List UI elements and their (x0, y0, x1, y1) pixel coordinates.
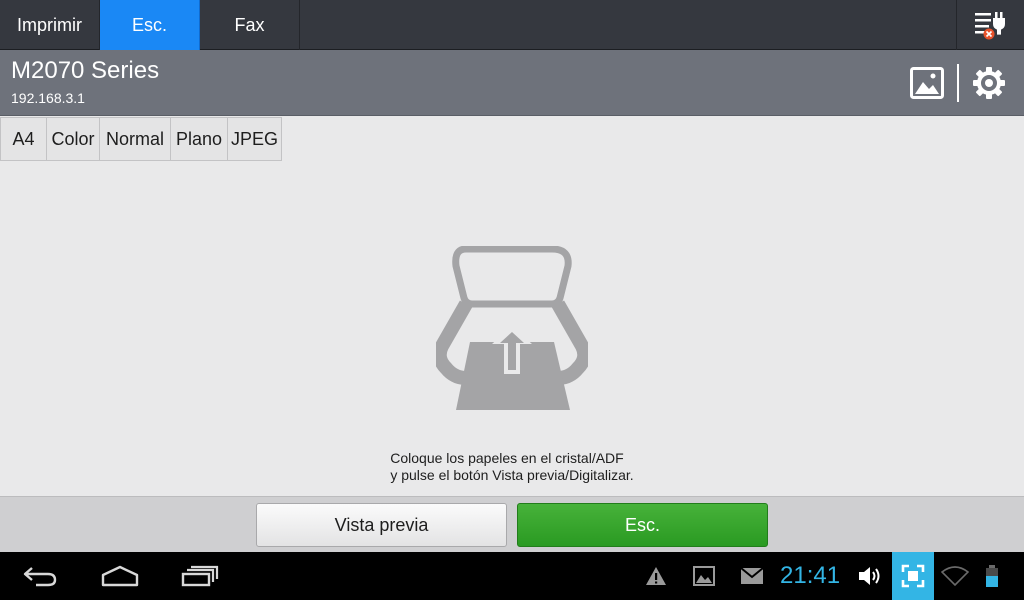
instruction-line-2: y pulse el botón Vista previa/Digitaliza… (390, 467, 634, 483)
battery-icon (982, 564, 1002, 588)
action-bar: Vista previa Esc. (0, 496, 1024, 552)
scan-instructions: Coloque los papeles en el cristal/ADF y … (0, 450, 1024, 484)
device-ip: 192.168.3.1 (11, 90, 85, 106)
warning-icon (644, 564, 668, 588)
preview-button[interactable]: Vista previa (256, 503, 507, 547)
device-header: M2070 Series 192.168.3.1 (0, 50, 1024, 116)
fullscreen-icon (901, 564, 925, 588)
scan-button[interactable]: Esc. (517, 503, 768, 547)
back-icon (23, 567, 57, 587)
clock: 21:41 (780, 562, 841, 589)
tab-escanear[interactable]: Esc. (100, 0, 200, 50)
image-icon (910, 67, 944, 99)
instruction-line-1: Coloque los papeles en el cristal/ADF (390, 450, 624, 466)
scanner-icon (436, 246, 588, 410)
tab-imprimir[interactable]: Imprimir (0, 0, 100, 50)
wifi-icon (940, 564, 970, 588)
device-name: M2070 Series (11, 57, 160, 84)
settings-plug-icon (974, 12, 1005, 40)
color-mode-chip[interactable]: Color (47, 117, 100, 161)
paper-size-chip[interactable]: A4 (0, 117, 47, 161)
recent-apps-icon (181, 565, 219, 587)
volume-icon (856, 564, 884, 588)
scan-settings-bar: A4 Color Normal Plano JPEG (0, 117, 282, 161)
app-root: Imprimir Esc. Fax M2070 Series 192.168.3… (0, 0, 1024, 600)
image-button[interactable] (907, 63, 947, 103)
source-chip[interactable]: Plano (171, 117, 228, 161)
tab-fax[interactable]: Fax (200, 0, 300, 50)
settings-button[interactable] (969, 63, 1009, 103)
recent-apps-button[interactable] (180, 562, 220, 590)
screen-capture-button[interactable] (892, 552, 934, 600)
back-button[interactable] (20, 562, 60, 590)
gear-icon (973, 67, 1005, 99)
top-tab-bar: Imprimir Esc. Fax (0, 0, 1024, 50)
file-format-chip[interactable]: JPEG (228, 117, 282, 161)
header-divider (957, 64, 959, 102)
system-bar: 21:41 (0, 552, 1024, 600)
resolution-chip[interactable]: Normal (100, 117, 171, 161)
home-icon (101, 565, 139, 587)
settings-plug-button[interactable] (956, 0, 1024, 50)
gmail-icon (738, 564, 766, 588)
gallery-icon (692, 564, 716, 588)
home-button[interactable] (100, 562, 140, 590)
